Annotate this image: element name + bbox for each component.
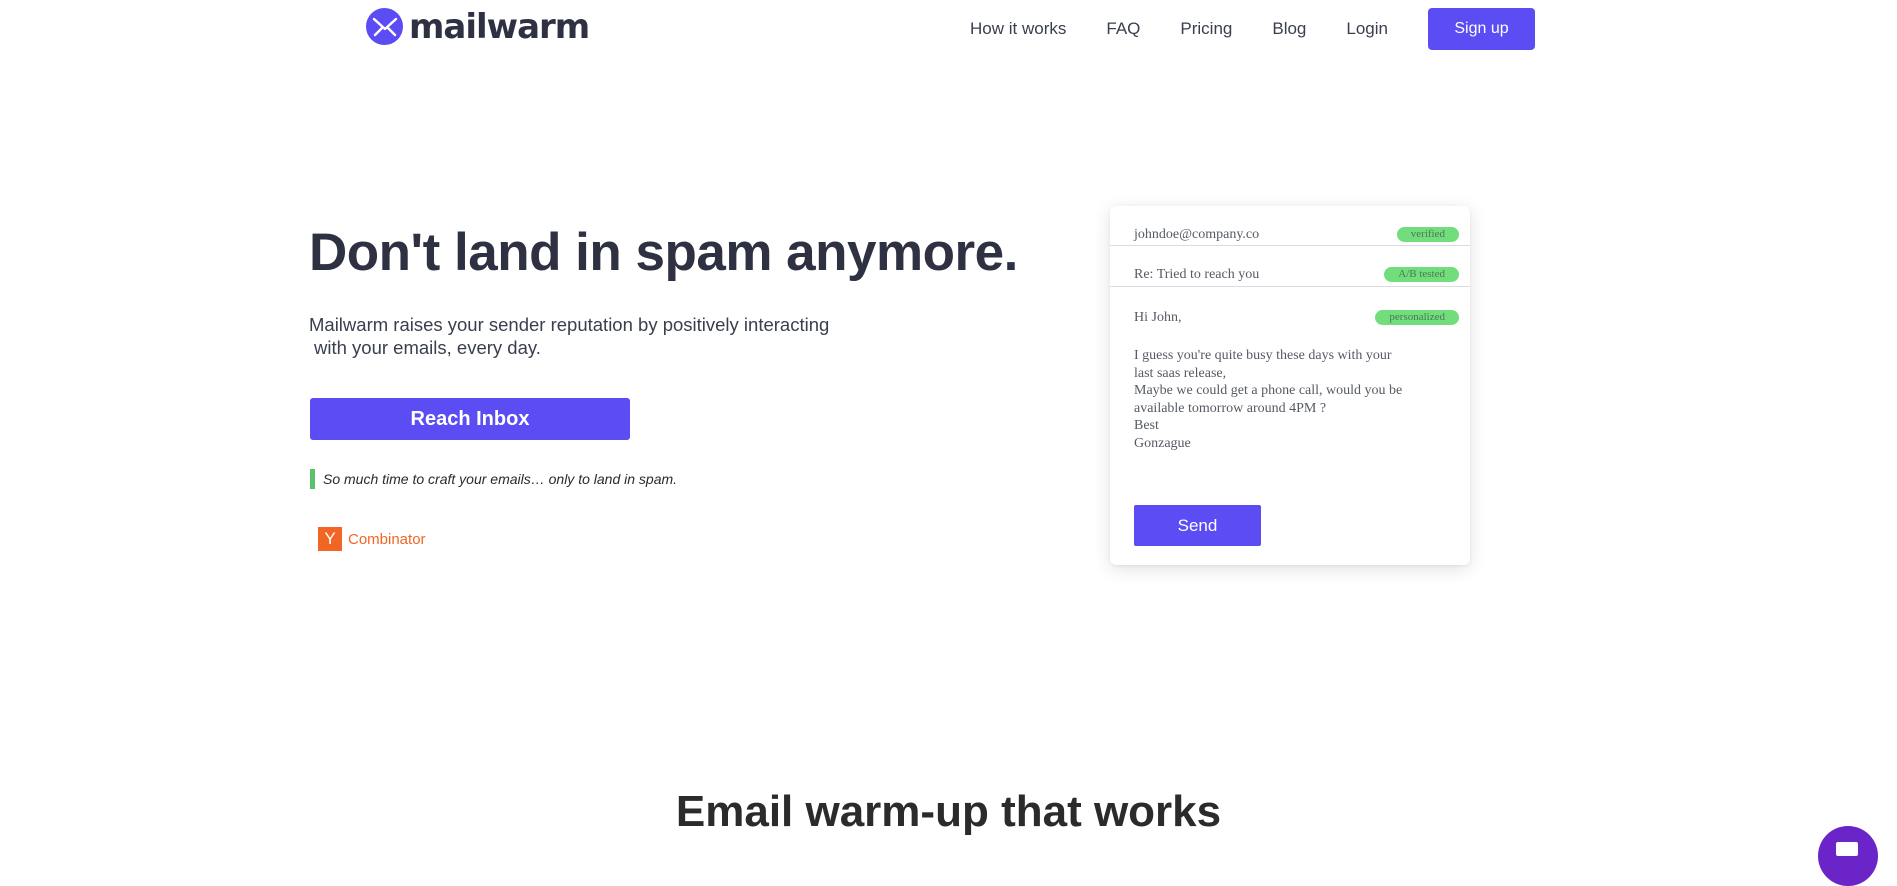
section-title: Email warm-up that works [675,787,1222,836]
email-preview-card: johndoe@company.co verified Re: Tried to… [1110,206,1470,565]
email-body-line: Gonzague [1134,435,1191,451]
hero-title: Don't land in spam anymore. [309,223,1018,282]
hero-subtitle: Mailwarm raises your sender reputation b… [309,313,869,359]
email-to: johndoe@company.co [1134,227,1260,242]
y-combinator-label: Combinator [348,530,426,548]
email-body-line: last saas release, [1134,365,1227,381]
ab-tested-badge: A/B tested [1384,267,1459,282]
reach-inbox-button[interactable]: Reach Inbox [310,398,630,440]
envelope-chart-icon [366,8,403,45]
hero-subtitle-line-2: with your emails, every day. [314,337,541,358]
email-body-line: I guess you're quite busy these days wit… [1134,348,1392,363]
signup-button[interactable]: Sign up [1428,8,1535,50]
nav-pricing[interactable]: Pricing [1180,19,1232,39]
y-combinator-logo-icon: Y [318,527,342,551]
main-nav: How it works FAQ Pricing Blog Login Sign… [970,8,1535,50]
email-to-row: johndoe@company.co verified [1110,206,1470,246]
logo[interactable]: mailwarm [366,6,590,47]
nav-blog[interactable]: Blog [1272,19,1306,39]
logo-text: mailwarm [409,6,590,47]
email-body-line: available tomorrow around 4PM ? [1134,400,1327,416]
verified-badge: verified [1396,227,1459,242]
email-body-line: Best [1134,418,1159,433]
email-subject-row: Re: Tried to reach you A/B tested [1110,246,1470,287]
nav-faq[interactable]: FAQ [1106,19,1140,39]
site-header: mailwarm How it works FAQ Pricing Blog L… [0,0,1897,62]
email-body: I guess you're quite busy these days wit… [1134,347,1434,452]
personalized-badge: personalized [1375,310,1459,325]
chat-icon [1836,842,1858,856]
email-subject: Re: Tried to reach you [1134,267,1260,282]
send-button[interactable]: Send [1134,505,1261,546]
email-body-line: Maybe we could get a phone call, would y… [1134,383,1403,398]
chat-launcher-button[interactable] [1818,826,1878,886]
email-greeting: Hi John, [1134,310,1182,325]
hero-quote: So much time to craft your emails… only … [310,469,677,489]
nav-login[interactable]: Login [1346,19,1388,39]
nav-how-it-works[interactable]: How it works [970,19,1066,39]
hero-subtitle-line-1: Mailwarm raises your sender reputation b… [309,314,830,335]
y-combinator-badge: Y Combinator [318,527,426,551]
